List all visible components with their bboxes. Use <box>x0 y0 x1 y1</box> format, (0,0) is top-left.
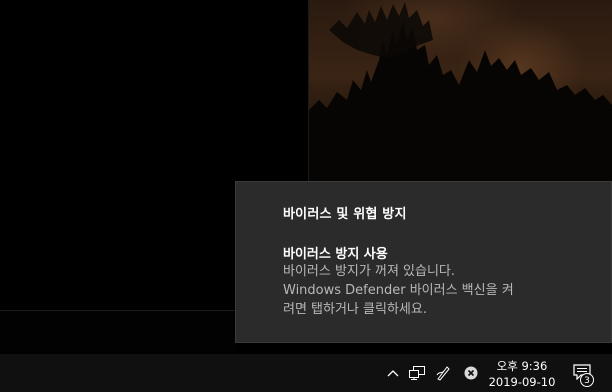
toast-body-line: 려면 탭하거나 클릭하세요. <box>283 302 427 317</box>
notification-count-badge: 3 <box>580 373 594 387</box>
pen-icon[interactable] <box>432 354 454 392</box>
toast-body-line: 바이러스 방지가 꺼져 있습니다. <box>283 264 456 279</box>
clock-date: 2019-09-10 <box>488 375 556 389</box>
toast-header: 바이러스 및 위협 방지 <box>283 207 407 222</box>
defender-warning-icon[interactable] <box>460 354 482 392</box>
toast-body: 바이러스 방지가 꺼져 있습니다. Windows Defender 바이러스 … <box>283 262 583 319</box>
network-icon[interactable] <box>406 354 428 392</box>
system-clock[interactable]: 오후 9:36 2019-09-10 <box>484 354 560 392</box>
toast-title: 바이러스 방지 사용 <box>283 247 388 262</box>
defender-notification-toast[interactable]: 바이러스 및 위협 방지 바이러스 방지 사용 바이러스 방지가 꺼져 있습니다… <box>235 181 612 343</box>
clock-time: 오후 9:36 <box>496 359 548 373</box>
chevron-up-icon[interactable] <box>384 354 402 392</box>
toast-body-line: Windows Defender 바이러스 백신을 켜 <box>283 283 514 298</box>
wallpaper-image <box>309 0 612 190</box>
desktop: 바이러스 및 위협 방지 바이러스 방지 사용 바이러스 방지가 꺼져 있습니다… <box>0 0 612 392</box>
background-panel <box>0 310 236 355</box>
action-center-button[interactable]: 3 <box>566 354 600 392</box>
window-divider <box>308 0 309 190</box>
taskbar: 오후 9:36 2019-09-10 3 <box>0 354 612 392</box>
tree-silhouette <box>309 2 612 190</box>
